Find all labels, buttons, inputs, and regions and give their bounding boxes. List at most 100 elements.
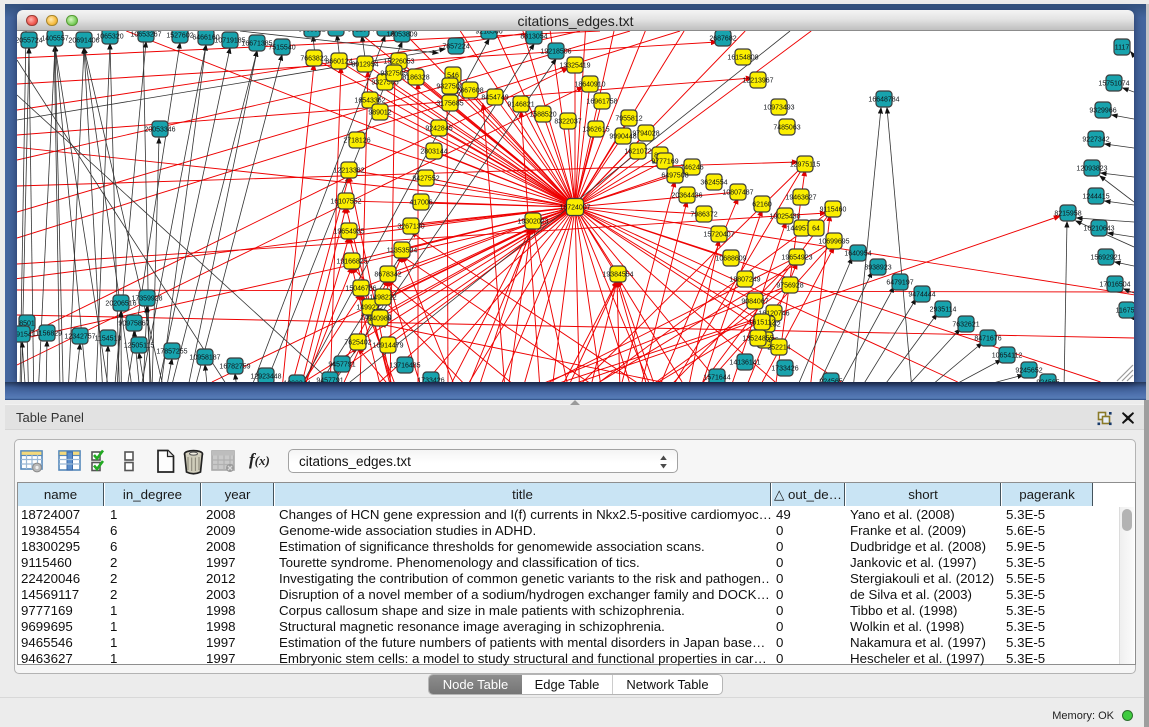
- svg-text:2803144: 2803144: [420, 149, 447, 156]
- svg-text:8660124: 8660124: [322, 31, 349, 33]
- svg-text:16053809: 16053809: [386, 32, 417, 39]
- svg-text:18807249: 18807249: [729, 277, 760, 284]
- svg-text:10653267: 10653267: [130, 32, 161, 39]
- svg-text:15751074: 15751074: [1098, 81, 1129, 88]
- svg-text:90975867: 90975867: [118, 321, 149, 328]
- svg-text:7625402: 7625402: [344, 340, 371, 347]
- svg-text:9218506: 9218506: [475, 31, 502, 36]
- svg-text:17857255: 17857255: [156, 349, 187, 356]
- svg-text:9457791: 9457791: [328, 362, 355, 369]
- svg-text:6497508: 6497508: [661, 173, 688, 180]
- svg-text:9777169: 9777169: [651, 159, 678, 166]
- svg-text:1065320: 1065320: [96, 34, 123, 41]
- svg-text:2055724: 2055724: [17, 38, 43, 45]
- svg-text:1244415: 1244415: [1082, 194, 1109, 201]
- svg-text:10688609: 10688609: [715, 256, 746, 263]
- svg-text:13524855: 13524855: [742, 336, 773, 343]
- svg-text:9756928: 9756928: [776, 283, 803, 290]
- svg-text:19384554: 19384554: [602, 272, 633, 279]
- svg-text:62160: 62160: [752, 202, 772, 209]
- svg-text:1571644: 1571644: [703, 375, 730, 382]
- svg-text:12213382: 12213382: [333, 168, 364, 175]
- svg-text:7857224: 7857224: [442, 44, 469, 51]
- svg-text:1362615: 1362615: [582, 127, 609, 134]
- svg-text:19654935: 19654935: [333, 229, 364, 236]
- svg-text:12975115: 12975115: [790, 162, 821, 169]
- svg-text:15720407: 15720407: [703, 232, 734, 239]
- svg-text:39154: 39154: [17, 332, 32, 339]
- svg-text:9242845: 9242845: [425, 126, 452, 133]
- svg-text:1733426: 1733426: [417, 378, 444, 383]
- svg-text:12342757: 12342757: [64, 334, 95, 341]
- svg-text:19166825: 19166825: [336, 259, 367, 266]
- svg-text:3175685: 3175685: [436, 101, 463, 108]
- svg-text:1588520: 1588520: [529, 112, 556, 119]
- svg-text:19302023: 19302023: [517, 219, 548, 226]
- svg-text:1621072: 1621072: [624, 149, 651, 156]
- svg-text:10654112: 10654112: [992, 353, 1023, 360]
- svg-text:19463627: 19463627: [785, 195, 816, 202]
- svg-text:8471676: 8471676: [974, 336, 1001, 343]
- svg-text:18640910: 18640910: [574, 82, 605, 89]
- svg-text:19654923: 19654923: [781, 255, 812, 262]
- svg-text:16648784: 16648784: [868, 97, 899, 104]
- svg-text:9115460: 9115460: [820, 207, 847, 214]
- svg-text:10807487: 10807487: [722, 190, 753, 197]
- svg-text:140989: 140989: [368, 316, 391, 323]
- svg-text:12505115: 12505115: [124, 343, 155, 350]
- svg-text:116753: 116753: [1116, 308, 1134, 315]
- svg-text:18724007: 18724007: [559, 205, 590, 212]
- svg-text:64: 64: [812, 226, 820, 233]
- svg-text:8215958: 8215958: [1054, 211, 1081, 218]
- svg-text:1154519: 1154519: [95, 336, 122, 343]
- svg-text:8813054: 8813054: [520, 34, 547, 41]
- svg-text:12213967: 12213967: [742, 78, 773, 85]
- svg-text:7663822: 7663822: [300, 56, 327, 63]
- svg-text:9227342: 9227342: [1082, 137, 1109, 144]
- svg-text:8454749: 8454749: [481, 95, 508, 102]
- svg-text:746246: 746246: [680, 165, 703, 172]
- svg-text:20691406: 20691406: [68, 38, 99, 45]
- svg-text:3624554: 3624554: [700, 180, 727, 187]
- svg-text:8322037: 8322037: [554, 119, 581, 126]
- svg-text:8912954: 8912954: [351, 62, 378, 69]
- svg-text:17359928: 17359928: [131, 296, 162, 303]
- svg-text:16961758: 16961758: [586, 99, 617, 106]
- svg-text:14136141: 14136141: [729, 360, 760, 367]
- svg-text:8660124: 8660124: [325, 59, 352, 66]
- svg-text:1733426: 1733426: [771, 366, 798, 373]
- svg-text:3267130: 3267130: [397, 224, 424, 231]
- svg-text:10973493: 10973493: [763, 105, 794, 112]
- svg-text:7955812: 7955812: [615, 116, 642, 123]
- svg-text:8186328: 8186328: [402, 75, 429, 82]
- svg-text:924565: 924565: [1036, 380, 1059, 383]
- svg-text:9084067: 9084067: [741, 299, 768, 306]
- svg-text:16210643: 16210643: [1083, 226, 1114, 233]
- svg-text:12923448: 12923448: [250, 374, 281, 381]
- svg-text:1405557: 1405557: [41, 36, 68, 43]
- svg-text:924565: 924565: [819, 379, 842, 383]
- svg-text:6479197: 6479197: [886, 280, 913, 287]
- svg-text:16914479: 16914479: [372, 343, 403, 350]
- svg-text:417006: 417006: [409, 200, 432, 207]
- svg-text:9457791: 9457791: [316, 378, 343, 383]
- svg-text:1615112: 1615112: [749, 320, 776, 327]
- svg-text:10025438: 10025438: [769, 214, 800, 221]
- svg-text:8427552: 8427552: [412, 176, 439, 183]
- svg-text:17016504: 17016504: [1099, 282, 1130, 289]
- svg-text:19218506: 19218506: [540, 49, 571, 56]
- svg-text:15692921: 15692921: [1090, 255, 1121, 262]
- svg-text:16154808: 16154808: [727, 55, 758, 62]
- svg-text:2935114: 2935114: [930, 307, 957, 314]
- svg-text:11353594: 11353594: [387, 248, 418, 255]
- svg-text:7515540: 7515540: [268, 45, 295, 52]
- svg-text:252214: 252214: [767, 345, 790, 352]
- svg-text:9329966: 9329966: [1089, 108, 1116, 115]
- svg-text:20053346: 20053346: [144, 127, 175, 134]
- svg-text:9794028: 9794028: [632, 131, 659, 138]
- svg-text:20364436: 20364436: [671, 193, 702, 200]
- svg-text:1498222: 1498222: [369, 295, 396, 302]
- svg-text:13716485: 13716485: [389, 363, 420, 370]
- svg-text:7986372: 7986372: [690, 212, 717, 219]
- svg-text:12093823: 12093823: [1076, 166, 1107, 173]
